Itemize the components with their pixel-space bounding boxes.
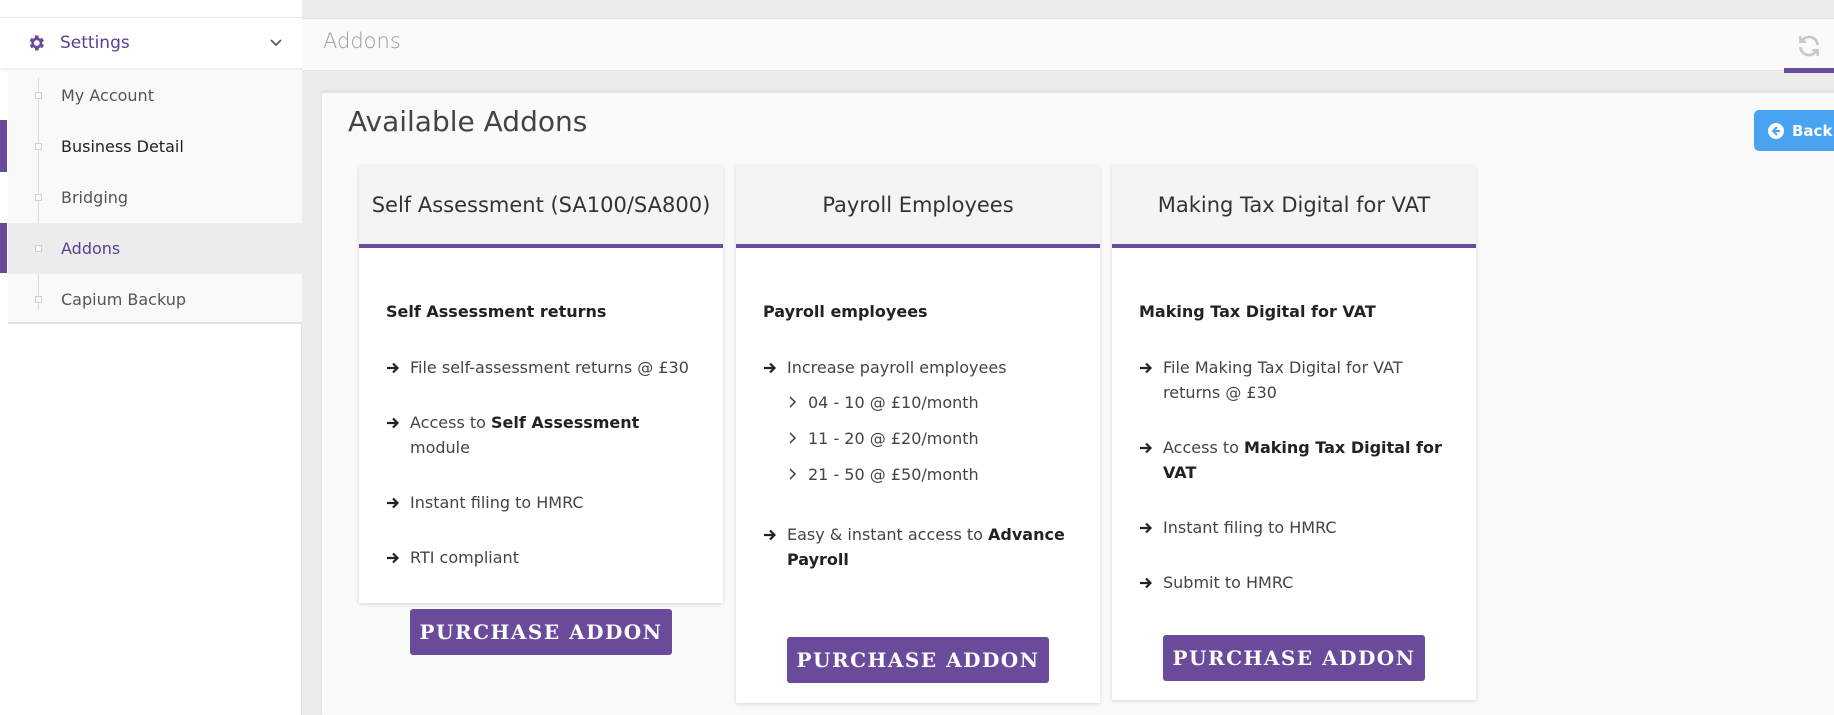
feature-text: Access to Making Tax Digital for VAT (1163, 438, 1442, 482)
sidebar-item-label: Capium Backup (61, 290, 187, 309)
feature-item: File Making Tax Digital for VAT returns … (1139, 355, 1450, 405)
arrow-right-icon (387, 417, 400, 429)
feature-item: Instant filing to HMRC (1139, 515, 1450, 540)
card-subtitle: Payroll employees (763, 302, 928, 321)
sidebar-item-my-account[interactable]: My Account (8, 70, 302, 121)
top-bar (302, 0, 1834, 19)
tier-item: 11 - 20 @ £20/month (788, 420, 1074, 456)
feature-item: Submit to HMRC (1139, 570, 1450, 595)
feature-text: Easy & instant access to Advance Payroll (787, 525, 1065, 569)
feature-item: Easy & instant access to Advance Payroll (763, 522, 1074, 572)
feature-item: RTI compliant (386, 545, 697, 570)
sidebar-item-settings[interactable]: Settings (0, 18, 302, 68)
card-body: Making Tax Digital for VAT File Making T… (1112, 248, 1476, 595)
feature-item: Access to Making Tax Digital for VAT (1139, 435, 1450, 485)
tier-text: 21 - 50 @ £50/month (808, 464, 979, 484)
tree-node-icon (35, 245, 42, 252)
settings-submenu: My Account Business Detail Bridging Addo… (8, 70, 302, 324)
tier-text: 04 - 10 @ £10/month (808, 392, 979, 412)
feature-text: File self-assessment returns @ £30 (410, 358, 689, 377)
sidebar-settings-label: Settings (60, 33, 130, 53)
sidebar-item-label: Addons (61, 239, 121, 258)
arrow-right-icon (764, 529, 777, 541)
addon-card-self-assessment: Self Assessment (SA100/SA800) Self Asses… (359, 166, 723, 655)
arrow-right-icon (1140, 362, 1153, 374)
sidebar-active-marker (0, 120, 7, 172)
tree-node-icon (35, 296, 42, 303)
tree-node-icon (35, 143, 42, 150)
feature-item: Access to Self Assessment module (386, 410, 697, 460)
page-header: Addons (302, 19, 1834, 73)
card-title: Self Assessment (SA100/SA800) (359, 166, 723, 248)
card-subtitle: Making Tax Digital for VAT (1139, 302, 1376, 321)
card-subtitle: Self Assessment returns (386, 302, 607, 321)
arrow-right-icon (1140, 522, 1153, 534)
card-body: Payroll employees Increase payroll emplo… (736, 248, 1100, 572)
feature-text: RTI compliant (410, 548, 519, 567)
feature-text: File Making Tax Digital for VAT returns … (1163, 358, 1403, 402)
chevron-right-icon (789, 468, 796, 480)
page-title: Addons (323, 29, 401, 53)
panel-heading: Available Addons (348, 105, 588, 138)
arrow-right-icon (764, 362, 777, 374)
feature-item: File self-assessment returns @ £30 (386, 355, 697, 380)
feature-text: Instant filing to HMRC (410, 493, 584, 512)
tier-item: 21 - 50 @ £50/month (788, 456, 1074, 492)
card-title: Payroll Employees (736, 166, 1100, 248)
arrow-right-icon (387, 497, 400, 509)
sidebar-item-business-detail[interactable]: Business Detail (8, 121, 302, 172)
tree-node-icon (35, 194, 42, 201)
gear-icon (29, 35, 44, 51)
purchase-addon-button[interactable]: PURCHASE ADDON (410, 609, 672, 655)
arrow-right-icon (1140, 577, 1153, 589)
back-button-label: Back (1792, 121, 1833, 140)
feature-text: Instant filing to HMRC (1163, 518, 1337, 537)
tree-node-icon (35, 92, 42, 99)
sidebar: Settings My Account Business Detail Brid… (0, 0, 302, 715)
feature-item: Instant filing to HMRC (386, 490, 697, 515)
tier-list: 04 - 10 @ £10/month 11 - 20 @ £20/month … (788, 384, 1074, 492)
tier-text: 11 - 20 @ £20/month (808, 428, 979, 448)
purchase-addon-button[interactable]: PURCHASE ADDON (787, 637, 1049, 683)
sidebar-item-capium-backup[interactable]: Capium Backup (8, 274, 302, 325)
feature-text: Increase payroll employees (787, 358, 1007, 377)
feature-item: Increase payroll employees (763, 355, 1074, 380)
sidebar-item-bridging[interactable]: Bridging (8, 172, 302, 223)
sidebar-top-item (0, 0, 302, 18)
header-tab-indicator (1784, 68, 1834, 73)
chevron-right-icon (789, 396, 796, 408)
card-body: Self Assessment returns File self-assess… (359, 248, 723, 570)
addon-card-payroll-employees: Payroll Employees Payroll employees Incr… (736, 166, 1100, 703)
chevron-down-icon[interactable] (268, 34, 284, 50)
sidebar-item-label: Bridging (61, 188, 129, 207)
sidebar-item-addons[interactable]: Addons (8, 223, 302, 274)
sidebar-active-marker (0, 223, 7, 273)
purchase-addon-button[interactable]: PURCHASE ADDON (1163, 635, 1425, 681)
circle-arrow-left-icon (1768, 122, 1784, 139)
chevron-right-icon (789, 432, 796, 444)
addons-panel: Available Addons Back Self Assessment (S… (322, 91, 1834, 715)
arrow-right-icon (1140, 442, 1153, 454)
card-title: Making Tax Digital for VAT (1112, 166, 1476, 248)
refresh-icon[interactable] (1796, 33, 1822, 59)
arrow-right-icon (387, 362, 400, 374)
sidebar-item-label: My Account (61, 86, 154, 105)
arrow-right-icon (387, 552, 400, 564)
back-button[interactable]: Back (1754, 110, 1834, 151)
tier-item: 04 - 10 @ £10/month (788, 384, 1074, 420)
feature-text: Submit to HMRC (1163, 573, 1294, 592)
sidebar-item-label: Business Detail (61, 137, 184, 156)
addon-card-making-tax-digital: Making Tax Digital for VAT Making Tax Di… (1112, 166, 1476, 700)
feature-text: Access to Self Assessment module (410, 413, 640, 457)
